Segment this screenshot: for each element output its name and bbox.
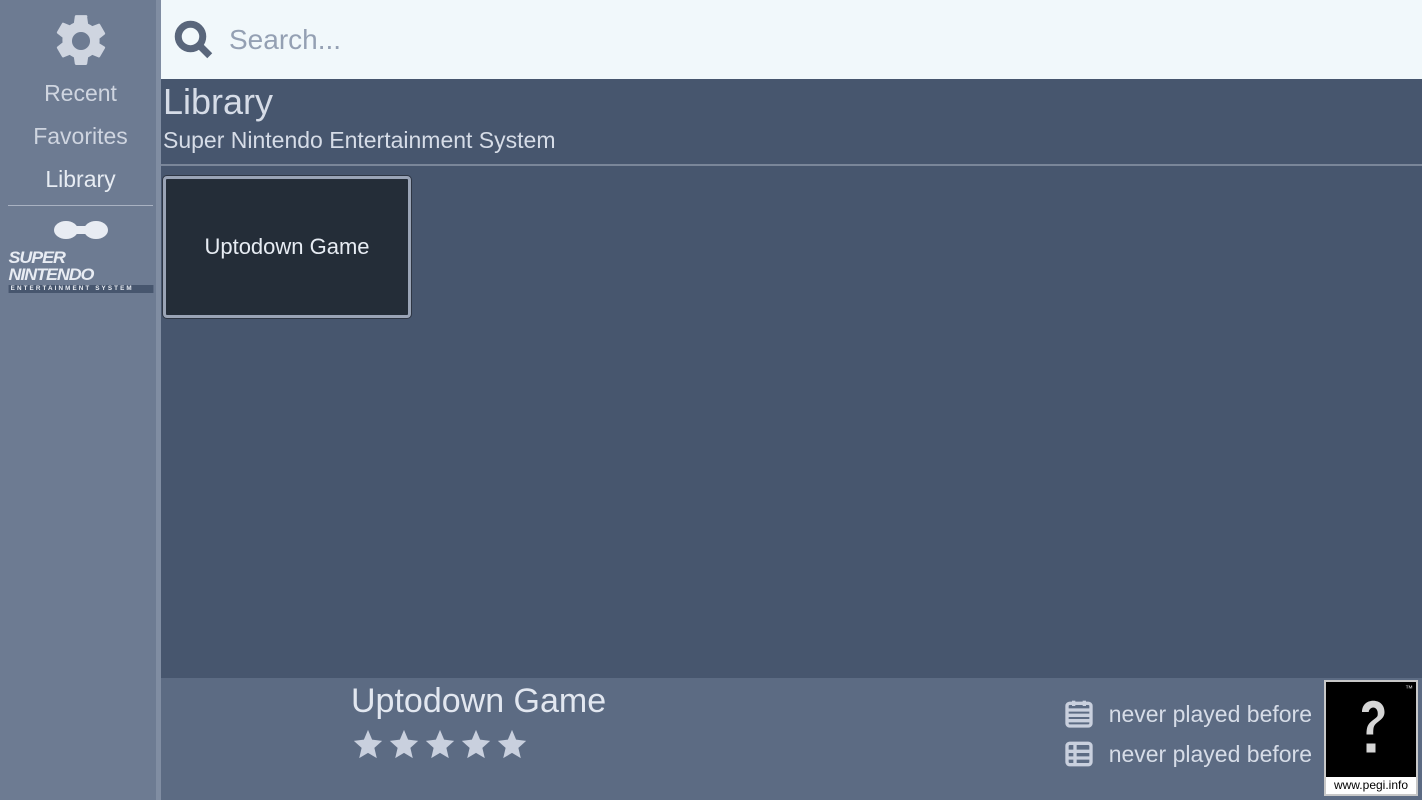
- sidebar-separator: [8, 205, 153, 206]
- game-tile[interactable]: Uptodown Game: [163, 176, 411, 318]
- game-tile-title: Uptodown Game: [204, 234, 369, 260]
- sidebar-item-library[interactable]: Library: [0, 158, 161, 201]
- meta-play-count: never played before: [1063, 738, 1312, 770]
- search-icon: [173, 19, 215, 61]
- meta-last-played-text: never played before: [1109, 701, 1312, 728]
- page-title: Library: [163, 81, 1422, 123]
- meta-last-played: never played before: [1063, 698, 1312, 730]
- star-icon: [351, 727, 385, 761]
- sidebar-item-favorites[interactable]: Favorites: [0, 115, 161, 158]
- platform-logo-wordmark: SUPER NINTENDO: [8, 248, 93, 284]
- star-icon: [495, 727, 529, 761]
- detail-game-title: Uptodown Game: [351, 682, 1063, 721]
- gear-icon[interactable]: [50, 10, 112, 72]
- meta-play-count-text: never played before: [1109, 741, 1312, 768]
- pegi-rating-box: ™ www.pegi.info: [1324, 680, 1418, 796]
- rating-stars[interactable]: [351, 727, 1063, 761]
- library-header: Library Super Nintendo Entertainment Sys…: [161, 79, 1422, 166]
- game-grid: Uptodown Game: [161, 166, 1422, 678]
- platform-logo-subline: ENTERTAINMENT SYSTEM: [8, 285, 153, 293]
- sidebar: Recent Favorites Library SUPER NINTENDO …: [0, 0, 161, 800]
- pegi-url: www.pegi.info: [1326, 777, 1416, 794]
- page-subtitle: Super Nintendo Entertainment System: [163, 127, 1422, 154]
- list-icon: [1063, 738, 1095, 770]
- pegi-tm: ™: [1405, 684, 1413, 693]
- sidebar-item-recent[interactable]: Recent: [0, 72, 161, 115]
- search-bar: [161, 0, 1422, 79]
- star-icon: [459, 727, 493, 761]
- search-input[interactable]: [229, 24, 1422, 56]
- question-icon: [1344, 694, 1398, 766]
- controller-icon: [51, 216, 111, 242]
- calendar-icon: [1063, 698, 1095, 730]
- detail-bar: Uptodown Game: [161, 678, 1422, 800]
- platform-logo-snes[interactable]: SUPER NINTENDO ENTERTAINMENT SYSTEM: [12, 216, 150, 293]
- main-area: Library Super Nintendo Entertainment Sys…: [161, 0, 1422, 800]
- star-icon: [387, 727, 421, 761]
- star-icon: [423, 727, 457, 761]
